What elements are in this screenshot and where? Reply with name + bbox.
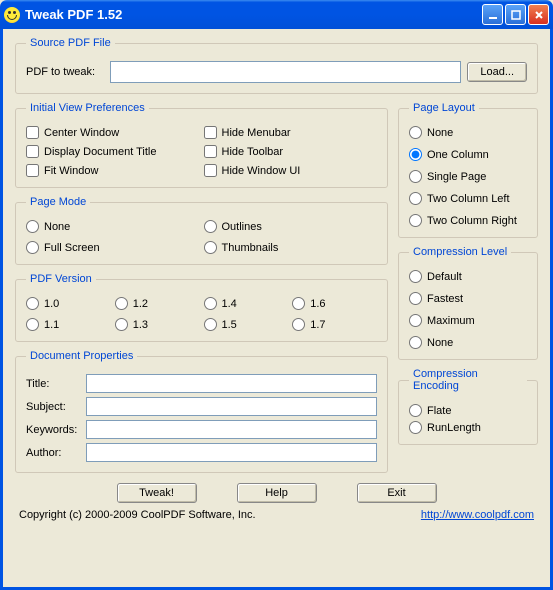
page-mode-none[interactable]: None xyxy=(26,220,200,233)
hide-menubar-checkbox[interactable] xyxy=(204,126,217,139)
fit-window-check[interactable]: Fit Window xyxy=(26,164,200,177)
compression-level-legend: Compression Level xyxy=(409,246,511,258)
compression-level-fieldset: Compression Level Default Fastest Maximu… xyxy=(398,246,538,360)
subject-input[interactable] xyxy=(86,397,377,416)
title-label: Title: xyxy=(26,378,82,390)
hide-toolbar-check[interactable]: Hide Toolbar xyxy=(204,145,378,158)
pdf-version-16[interactable]: 1.6 xyxy=(292,297,377,310)
pdf-version-10[interactable]: 1.0 xyxy=(26,297,111,310)
page-layout-two-right[interactable]: Two Column Right xyxy=(409,214,527,227)
comp-level-default[interactable]: Default xyxy=(409,270,527,283)
pdf-to-tweak-label: PDF to tweak: xyxy=(26,66,104,78)
comp-enc-runlength[interactable]: RunLength xyxy=(409,421,527,434)
page-layout-legend: Page Layout xyxy=(409,102,479,114)
center-window-check[interactable]: Center Window xyxy=(26,126,200,139)
source-legend: Source PDF File xyxy=(26,37,115,49)
title-bar: Tweak PDF 1.52 xyxy=(0,0,553,29)
page-mode-fieldset: Page Mode None Outlines Full Screen Thum… xyxy=(15,196,388,265)
source-fieldset: Source PDF File PDF to tweak: Load... xyxy=(15,37,538,94)
author-label: Author: xyxy=(26,447,82,459)
window-title: Tweak PDF 1.52 xyxy=(25,7,482,22)
page-layout-none[interactable]: None xyxy=(409,126,527,139)
page-mode-legend: Page Mode xyxy=(26,196,90,208)
doc-props-legend: Document Properties xyxy=(26,350,137,362)
comp-level-none[interactable]: None xyxy=(409,336,527,349)
keywords-input[interactable] xyxy=(86,420,377,439)
subject-label: Subject: xyxy=(26,401,82,413)
compression-encoding-fieldset: Compression Encoding Flate RunLength xyxy=(398,368,538,445)
display-doc-title-check[interactable]: Display Document Title xyxy=(26,145,200,158)
pdf-path-input[interactable] xyxy=(110,61,461,83)
page-mode-fullscreen[interactable]: Full Screen xyxy=(26,241,200,254)
comp-level-fastest[interactable]: Fastest xyxy=(409,292,527,305)
center-window-checkbox[interactable] xyxy=(26,126,39,139)
display-doc-title-checkbox[interactable] xyxy=(26,145,39,158)
page-mode-thumbnails[interactable]: Thumbnails xyxy=(204,241,378,254)
tweak-button[interactable]: Tweak! xyxy=(117,483,197,503)
ivp-legend: Initial View Preferences xyxy=(26,102,149,114)
doc-props-fieldset: Document Properties Title: Subject: Keyw… xyxy=(15,350,388,473)
load-button[interactable]: Load... xyxy=(467,62,527,82)
page-layout-one-column[interactable]: One Column xyxy=(409,148,527,161)
app-icon xyxy=(4,7,20,23)
page-layout-single-page[interactable]: Single Page xyxy=(409,170,527,183)
content-area: Source PDF File PDF to tweak: Load... In… xyxy=(0,29,553,590)
hide-window-ui-check[interactable]: Hide Window UI xyxy=(204,164,378,177)
page-layout-fieldset: Page Layout None One Column Single Page … xyxy=(398,102,538,238)
comp-level-maximum[interactable]: Maximum xyxy=(409,314,527,327)
pdf-version-12[interactable]: 1.2 xyxy=(115,297,200,310)
help-button[interactable]: Help xyxy=(237,483,317,503)
title-input[interactable] xyxy=(86,374,377,393)
hide-toolbar-checkbox[interactable] xyxy=(204,145,217,158)
comp-enc-flate[interactable]: Flate xyxy=(409,404,527,417)
pdf-version-legend: PDF Version xyxy=(26,273,96,285)
page-layout-two-left[interactable]: Two Column Left xyxy=(409,192,527,205)
exit-button[interactable]: Exit xyxy=(357,483,437,503)
action-buttons: Tweak! Help Exit xyxy=(15,483,538,503)
compression-encoding-legend: Compression Encoding xyxy=(409,368,527,392)
initial-view-fieldset: Initial View Preferences Center Window H… xyxy=(15,102,388,188)
pdf-version-14[interactable]: 1.4 xyxy=(204,297,289,310)
page-mode-outlines[interactable]: Outlines xyxy=(204,220,378,233)
copyright-text: Copyright (c) 2000-2009 CoolPDF Software… xyxy=(19,509,256,521)
pdf-version-13[interactable]: 1.3 xyxy=(115,318,200,331)
keywords-label: Keywords: xyxy=(26,424,82,436)
footer: Copyright (c) 2000-2009 CoolPDF Software… xyxy=(19,509,534,521)
window-buttons xyxy=(482,4,549,25)
maximize-button[interactable] xyxy=(505,4,526,25)
close-button[interactable] xyxy=(528,4,549,25)
pdf-version-15[interactable]: 1.5 xyxy=(204,318,289,331)
fit-window-checkbox[interactable] xyxy=(26,164,39,177)
pdf-version-17[interactable]: 1.7 xyxy=(292,318,377,331)
hide-menubar-check[interactable]: Hide Menubar xyxy=(204,126,378,139)
author-input[interactable] xyxy=(86,443,377,462)
hide-window-ui-checkbox[interactable] xyxy=(204,164,217,177)
minimize-button[interactable] xyxy=(482,4,503,25)
pdf-version-11[interactable]: 1.1 xyxy=(26,318,111,331)
pdf-version-fieldset: PDF Version 1.0 1.2 1.4 1.6 1.1 1.3 1.5 … xyxy=(15,273,388,342)
website-link[interactable]: http://www.coolpdf.com xyxy=(421,509,534,521)
